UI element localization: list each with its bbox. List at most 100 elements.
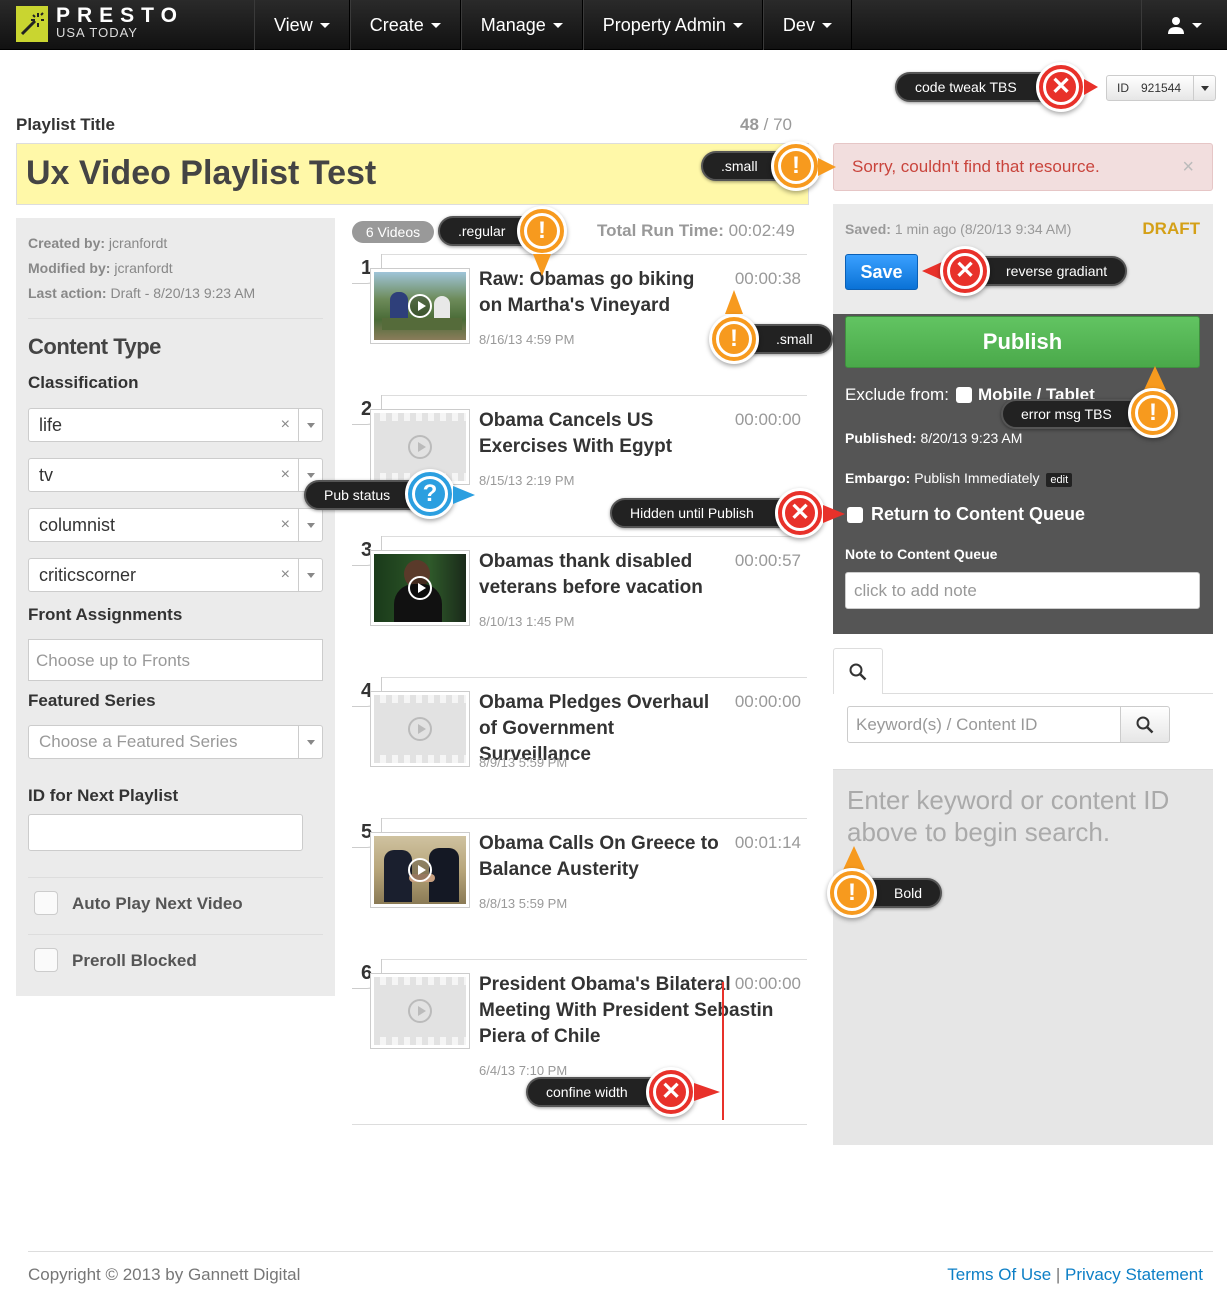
video-title[interactable]: Obamas thank disabled veterans before va… <box>479 549 719 601</box>
close-icon[interactable]: × <box>1182 156 1194 179</box>
classification-select-4[interactable]: criticscorner × <box>28 558 323 592</box>
search-icon <box>849 663 867 680</box>
last-action-value: Draft - 8/20/13 9:23 AM <box>110 285 256 301</box>
video-thumbnail[interactable] <box>370 550 470 626</box>
exclamation-icon: ! <box>716 321 752 357</box>
video-title[interactable]: Obama Cancels US Exercises With Egypt <box>479 408 719 460</box>
id-dropdown-toggle[interactable] <box>1193 76 1215 100</box>
return-queue-checkbox[interactable] <box>847 506 863 523</box>
video-date: 8/15/13 2:19 PM <box>479 473 575 488</box>
error-alert: Sorry, couldn't find that resource. × <box>833 143 1213 191</box>
created-by: Created by: jcranfordt <box>28 231 255 256</box>
brand[interactable]: PRESTO USA TODAY <box>56 5 184 40</box>
play-icon <box>408 294 432 318</box>
dropdown-toggle[interactable] <box>298 509 322 541</box>
terms-link[interactable]: Terms Of Use <box>947 1265 1051 1284</box>
top-navbar: PRESTO USA TODAY View Create Manage Prop… <box>0 0 1227 50</box>
nav-menu: View Create Manage Property Admin Dev <box>254 0 852 50</box>
clear-icon[interactable]: × <box>281 416 290 434</box>
video-title[interactable]: Raw: Obamas go biking on Martha's Vineya… <box>479 267 719 319</box>
exclamation-icon: ! <box>778 148 814 184</box>
video-thumbnail[interactable] <box>370 832 470 908</box>
featured-series-select[interactable]: Choose a Featured Series <box>28 725 323 759</box>
divider <box>28 318 323 319</box>
classification-select-2[interactable]: tv × <box>28 458 323 492</box>
embargo-info: Embargo: Publish Immediately edit <box>845 470 1073 487</box>
exclude-checkbox[interactable] <box>955 387 972 403</box>
char-max: / 70 <box>763 115 793 134</box>
preroll-checkbox[interactable] <box>34 948 58 972</box>
search-icon <box>1136 716 1154 733</box>
published-value: 8/20/13 9:23 AM <box>920 430 1023 446</box>
note-label: Note to Content Queue <box>845 546 998 562</box>
annotation-warning-marker: ! <box>709 314 759 364</box>
search-tab[interactable] <box>833 648 883 694</box>
video-title[interactable]: Obama Calls On Greece to Balance Austeri… <box>479 831 719 883</box>
content-id-dropdown[interactable]: ID 921544 <box>1106 75 1216 101</box>
tab-divider <box>883 693 1213 694</box>
nav-property-admin[interactable]: Property Admin <box>582 0 763 50</box>
id-value: 921544 <box>1141 81 1182 95</box>
exclamation-icon: ! <box>834 875 870 911</box>
user-menu[interactable] <box>1141 0 1227 50</box>
clear-icon[interactable]: × <box>281 566 290 584</box>
embargo-value: Publish Immediately <box>914 470 1040 486</box>
thumbnail-image <box>374 836 466 904</box>
search-button[interactable] <box>1120 706 1170 743</box>
dropdown-toggle[interactable] <box>298 409 322 441</box>
annotation-hidden-until-publish: Hidden until Publish <box>610 498 796 528</box>
nav-view[interactable]: View <box>254 0 350 50</box>
video-duration: 00:00:00 <box>734 974 801 993</box>
classification-value: life <box>39 415 63 435</box>
clear-icon[interactable]: × <box>281 466 290 484</box>
runtime-value: 00:02:49 <box>728 221 795 240</box>
search-empty-text: Enter keyword or content ID above to beg… <box>847 785 1170 847</box>
annotation-reverse-gradient: reverse gradiant <box>966 256 1128 286</box>
save-button[interactable]: Save <box>845 254 918 290</box>
note-textarea[interactable]: click to add note <box>845 572 1200 609</box>
chevron-down-icon <box>306 472 315 478</box>
dropdown-toggle[interactable] <box>298 726 322 758</box>
clear-icon[interactable]: × <box>281 516 290 534</box>
nav-dev[interactable]: Dev <box>762 0 852 50</box>
video-thumbnail[interactable] <box>370 268 470 344</box>
chevron-down-icon <box>306 572 315 578</box>
nav-create[interactable]: Create <box>349 0 461 50</box>
close-icon: ✕ <box>782 495 818 531</box>
chevron-down-icon <box>306 522 315 528</box>
annotation-pointer <box>725 290 743 314</box>
dropdown-toggle[interactable] <box>298 559 322 591</box>
playlist-title-input[interactable]: Ux Video Playlist Test <box>16 143 809 205</box>
play-icon <box>408 717 432 741</box>
video-item[interactable]: 5 Obama Calls On Greece to Balance Auste… <box>352 818 807 959</box>
chevron-down-icon <box>732 22 743 28</box>
footer-links: Terms Of Use | Privacy Statement <box>947 1265 1203 1285</box>
presto-logo[interactable] <box>16 6 48 42</box>
publish-button[interactable]: Publish <box>845 316 1200 368</box>
privacy-link[interactable]: Privacy Statement <box>1065 1265 1203 1284</box>
autoplay-checkbox[interactable] <box>34 891 58 915</box>
nav-manage[interactable]: Manage <box>460 0 583 50</box>
video-item[interactable]: 4 Obama Pledges Overhaul of Government S… <box>352 677 807 818</box>
chevron-down-icon <box>306 739 315 745</box>
embargo-edit-button[interactable]: edit <box>1046 473 1073 487</box>
content-type-heading: Content Type <box>28 334 161 359</box>
video-item[interactable]: 3 Obamas thank disabled veterans before … <box>352 536 807 677</box>
video-duration: 00:00:00 <box>734 692 801 711</box>
front-assignments-input[interactable]: Choose up to Fronts <box>28 639 323 681</box>
annotation-error-marker: ✕ <box>775 488 825 538</box>
modified-by: Modified by: jcranfordt <box>28 256 255 281</box>
video-thumbnail[interactable] <box>370 973 470 1049</box>
classification-select-1[interactable]: life × <box>28 408 323 442</box>
next-playlist-input[interactable] <box>28 814 303 851</box>
published-label: Published: <box>845 430 917 446</box>
classification-select-3[interactable]: columnist × <box>28 508 323 542</box>
chevron-down-icon <box>319 22 330 28</box>
total-runtime: Total Run Time: 00:02:49 <box>597 221 795 241</box>
video-date: 6/4/13 7:10 PM <box>479 1063 568 1078</box>
chevron-down-icon <box>1200 85 1209 91</box>
autoplay-label: Auto Play Next Video <box>72 894 243 913</box>
video-thumbnail[interactable] <box>370 691 470 767</box>
nav-property-admin-label: Property Admin <box>602 14 726 35</box>
search-input[interactable]: Keyword(s) / Content ID <box>847 706 1121 743</box>
